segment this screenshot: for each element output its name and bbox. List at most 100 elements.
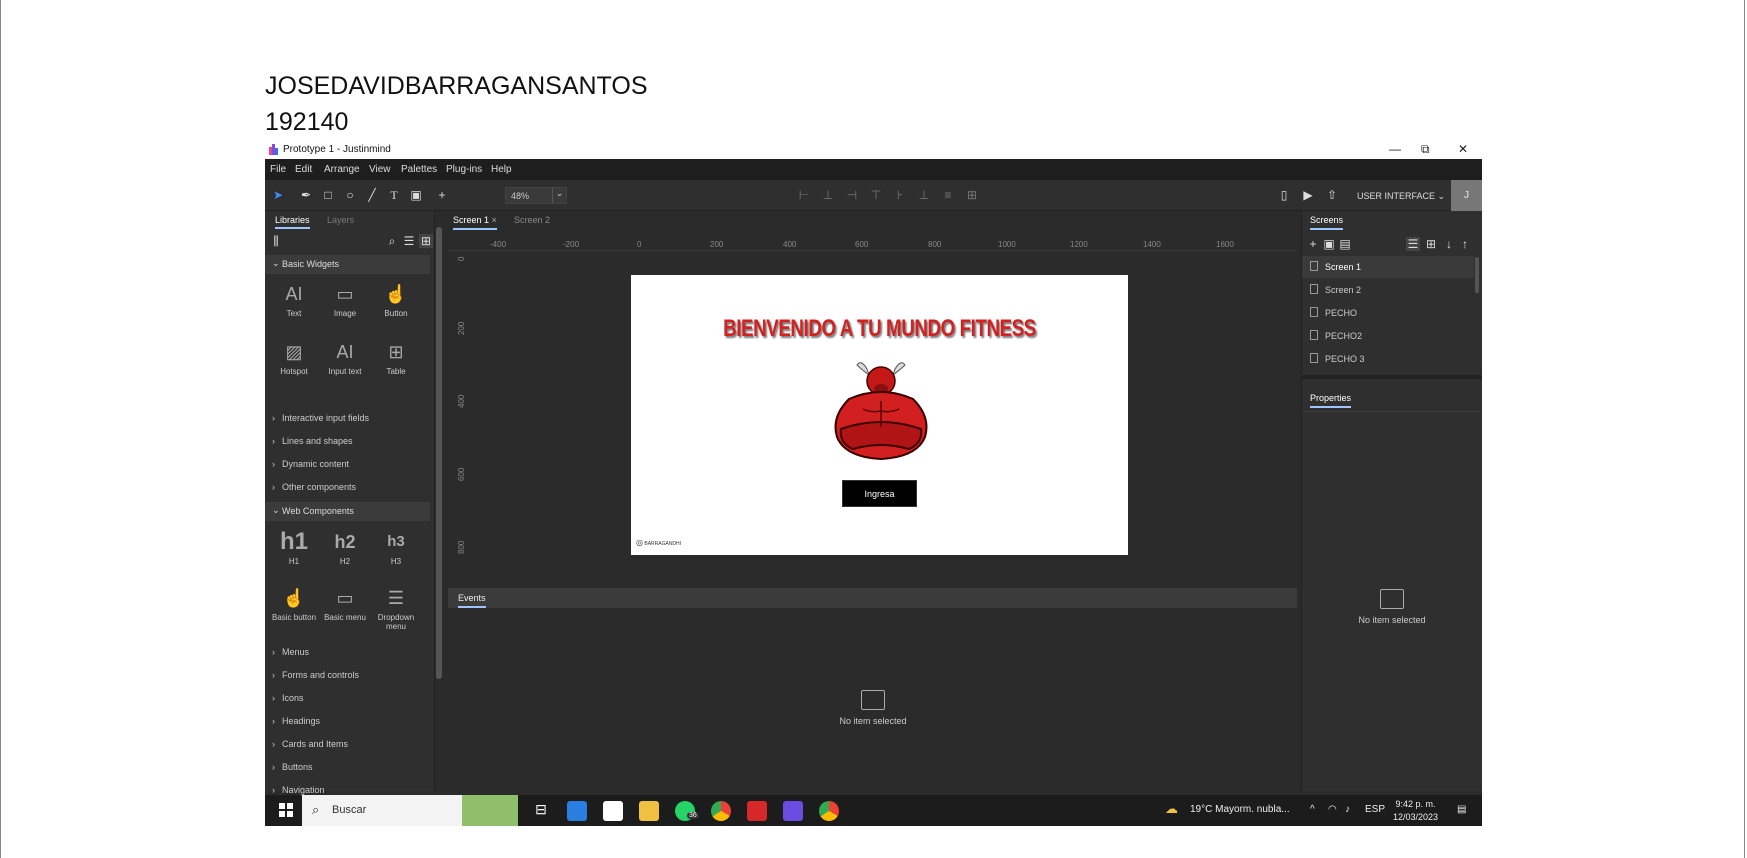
ellipse-tool-icon[interactable]: ○ [343, 188, 357, 202]
section-icons[interactable]: › Icons [272, 693, 304, 703]
section-navigation[interactable]: › Navigation [272, 785, 325, 795]
widget-button[interactable]: ☝ Button [371, 279, 421, 318]
windows-start-icon[interactable] [279, 803, 293, 817]
chevron-up-icon[interactable]: ^ [1310, 804, 1315, 815]
tab-screen-2[interactable]: Screen 2 [514, 215, 550, 225]
menu-view[interactable]: View [369, 164, 391, 175]
widget-table[interactable]: ⊞ Table [371, 337, 421, 376]
section-cards-and-items[interactable]: › Cards and Items [272, 739, 348, 749]
align-right-icon[interactable]: ⊣ [845, 188, 859, 202]
mail-icon[interactable] [603, 801, 623, 821]
list-view-icon[interactable]: ☰ [402, 234, 416, 248]
section-buttons[interactable]: › Buttons [272, 762, 313, 772]
tab-screens[interactable]: Screens [1310, 215, 1344, 230]
language-indicator[interactable]: ESP [1365, 804, 1385, 815]
close-tab-icon[interactable]: × [492, 215, 497, 225]
weather-text[interactable]: 19°C Mayorm. nubla... [1190, 804, 1290, 815]
user-avatar[interactable]: J [1451, 180, 1482, 211]
panel-divider[interactable] [1302, 375, 1482, 379]
align-bottom-icon[interactable]: ⊥ [917, 188, 931, 202]
align-middle-icon[interactable]: ⊦ [893, 188, 907, 202]
menu-plugins[interactable]: Plug-ins [446, 164, 482, 175]
widget-basic-menu[interactable]: ▭ Basic menu [320, 583, 370, 622]
wifi-icon[interactable]: ◠ [1328, 804, 1337, 815]
export-upload-icon[interactable]: ⇧ [1325, 188, 1339, 202]
tab-layers[interactable]: Layers [327, 215, 354, 225]
grid-view-icon[interactable]: ⊞ [1424, 237, 1438, 251]
widget-input-text[interactable]: AI Input text [320, 337, 370, 376]
tab-properties[interactable]: Properties [1310, 393, 1352, 408]
section-other-components[interactable]: › Other components [272, 482, 356, 492]
microsoft-store-icon[interactable] [567, 801, 587, 821]
menu-file[interactable]: File [270, 164, 286, 175]
widget-h2[interactable]: h2 H2 [320, 527, 370, 566]
simulate-play-icon[interactable]: ▶ [1301, 188, 1315, 202]
move-up-icon[interactable]: ↑ [1458, 237, 1472, 251]
zoom-select[interactable]: 48% ⌄ [505, 187, 567, 204]
tab-libraries[interactable]: Libraries [275, 215, 310, 229]
device-preview-icon[interactable]: ▯ [1277, 188, 1291, 202]
screen-item-pecho2[interactable]: PECHO2 [1302, 325, 1474, 347]
screen-item-screen-1[interactable]: Screen 1 [1302, 256, 1474, 278]
section-interactive-input-fields[interactable]: › Interactive input fields [272, 413, 369, 423]
ingresa-button[interactable]: Ingresa [842, 480, 917, 507]
screen-item-pecho-3[interactable]: PECHO 3 [1302, 348, 1474, 370]
bull-mascot-image[interactable] [827, 357, 935, 461]
file-explorer-icon[interactable] [639, 801, 659, 821]
section-forms-and-controls[interactable]: › Forms and controls [272, 670, 359, 680]
library-manager-icon[interactable]: ⫼ [269, 234, 283, 248]
align-center-icon[interactable]: ⊥ [821, 188, 835, 202]
section-basic-widgets[interactable]: ⌄ Basic Widgets [265, 255, 430, 274]
volume-icon[interactable]: ♪ [1345, 804, 1350, 815]
screen-item-screen-2[interactable]: Screen 2 [1302, 279, 1474, 301]
pen-tool-icon[interactable]: ✒ [299, 188, 313, 202]
add-screen-icon[interactable]: + [1306, 237, 1320, 251]
chrome-profile-icon[interactable] [819, 801, 839, 821]
line-tool-icon[interactable]: ╱ [365, 188, 379, 202]
list-view-icon[interactable]: ☰ [1406, 237, 1420, 251]
minimize-button[interactable]: — [1389, 142, 1401, 156]
close-button[interactable]: ✕ [1458, 142, 1468, 156]
maximize-button[interactable]: ⧉ [1421, 142, 1430, 157]
select-pointer-icon[interactable]: ➤ [271, 188, 285, 202]
grid-view-icon[interactable]: ⊞ [419, 234, 433, 248]
weather-icon[interactable]: ☁ [1165, 801, 1178, 817]
taskbar-search[interactable]: ⌕ Buscar [302, 795, 518, 826]
move-down-icon[interactable]: ↓ [1442, 237, 1456, 251]
distribute-vertical-icon[interactable]: ≡ [941, 188, 955, 202]
align-top-icon[interactable]: ⊤ [869, 188, 883, 202]
tab-screen-1[interactable]: Screen 1 × [453, 215, 497, 230]
widget-basic-button[interactable]: ☝ Basic button [269, 583, 319, 622]
welcome-headline[interactable]: BIENVENIDO A TU MUNDO FITNESS [686, 315, 1074, 343]
align-left-icon[interactable]: ⊢ [797, 188, 811, 202]
task-view-icon[interactable]: ⊟ [531, 801, 551, 821]
text-tool-icon[interactable]: T [387, 188, 401, 202]
tab-events[interactable]: Events [458, 593, 486, 608]
widget-hotspot[interactable]: ▨ Hotspot [269, 337, 319, 376]
ui-mode-dropdown[interactable]: USER INTERFACE ⌄ [1357, 191, 1445, 202]
menu-edit[interactable]: Edit [295, 164, 312, 175]
artboard-screen-1[interactable]: BIENVENIDO A TU MUNDO FITNESS Ingresa ◎ … [631, 275, 1128, 555]
widget-text[interactable]: AI Text [269, 279, 319, 318]
menu-palettes[interactable]: Palettes [401, 164, 437, 175]
section-lines-and-shapes[interactable]: › Lines and shapes [272, 436, 353, 446]
distribute-horizontal-icon[interactable]: ⊞ [965, 188, 979, 202]
add-folder-icon[interactable]: ▤ [1338, 237, 1352, 251]
widget-h1[interactable]: h1 H1 [269, 527, 319, 566]
taskbar-clock[interactable]: 9:42 p. m. 12/03/2023 [1393, 798, 1438, 824]
section-menus[interactable]: › Menus [272, 647, 309, 657]
add-template-icon[interactable]: ▣ [1322, 237, 1336, 251]
menu-help[interactable]: Help [491, 164, 512, 175]
screens-scrollbar[interactable] [1475, 257, 1479, 293]
section-dynamic-content[interactable]: › Dynamic content [272, 459, 349, 469]
widget-h3[interactable]: h3 H3 [371, 527, 421, 566]
left-panel-scrollbar[interactable] [436, 227, 442, 679]
pdf-reader-icon[interactable] [747, 801, 767, 821]
widget-image[interactable]: ▭ Image [320, 279, 370, 318]
menu-arrange[interactable]: Arrange [324, 164, 360, 175]
image-tool-icon[interactable]: ▣ [409, 188, 423, 202]
add-element-icon[interactable]: + [435, 188, 449, 202]
section-web-components[interactable]: ⌄ Web Components [265, 502, 430, 521]
justinmind-taskbar-icon[interactable] [783, 801, 803, 821]
chrome-icon[interactable] [711, 801, 731, 821]
